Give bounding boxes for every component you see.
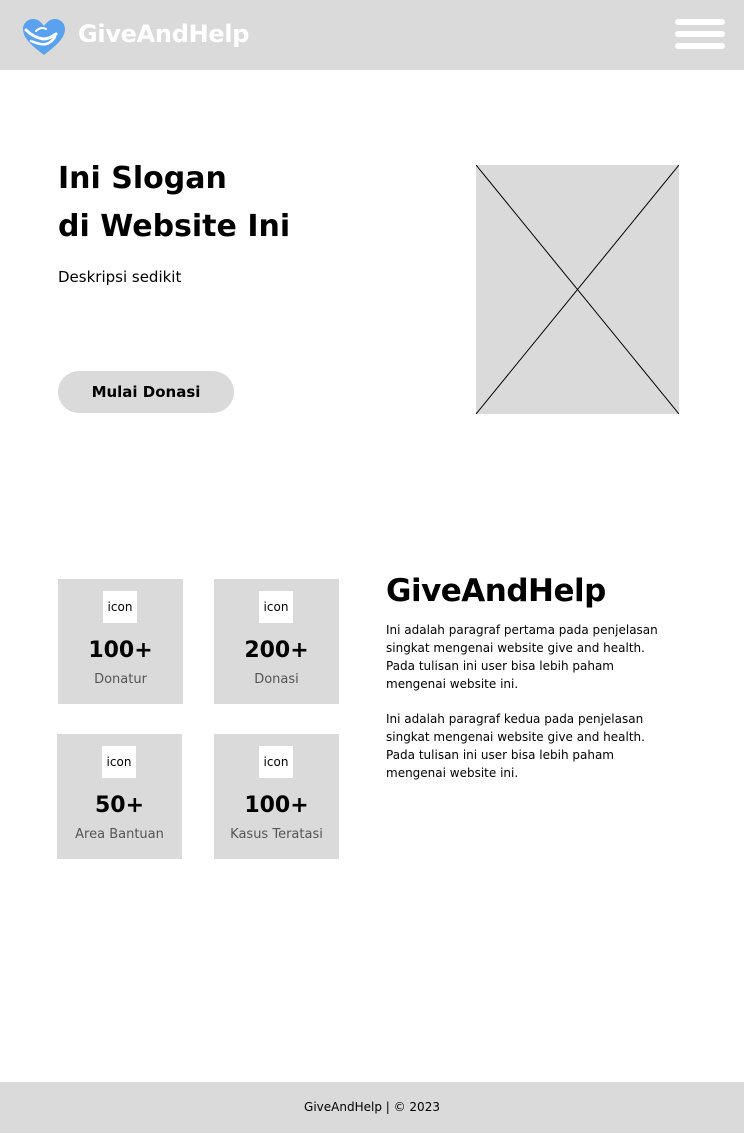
stat-label: Area Bantuan <box>75 827 164 842</box>
stat-label: Donasi <box>254 672 299 687</box>
stat-icon: icon <box>259 746 293 778</box>
hero-title: Ini Slogan di Website Ini <box>58 155 418 251</box>
stat-icon: icon <box>102 746 136 778</box>
menu-bar <box>675 31 725 37</box>
hamburger-menu-icon[interactable] <box>675 19 725 50</box>
menu-bar <box>675 19 725 25</box>
start-donation-button[interactable]: Mulai Donasi <box>58 371 234 413</box>
about-paragraph-2: Ini adalah paragraf kedua pada penjelasa… <box>386 712 645 780</box>
hero-title-line: Ini Slogan <box>58 161 227 196</box>
menu-bar <box>675 43 725 49</box>
stat-card-kasus-teratasi: icon 100+ Kasus Teratasi <box>214 734 339 859</box>
brand-name[interactable]: GiveAndHelp <box>78 20 249 48</box>
stat-value: 50+ <box>94 793 145 818</box>
about-paragraph-1: Ini adalah paragraf pertama pada penjela… <box>386 623 658 691</box>
heart-hand-icon[interactable] <box>22 18 66 58</box>
footer: GiveAndHelp | © 2023 <box>0 1082 744 1133</box>
navbar: GiveAndHelp <box>0 0 744 70</box>
stat-card-donatur: icon 100+ Donatur <box>58 579 183 704</box>
stat-card-donasi: icon 200+ Donasi <box>214 579 339 704</box>
footer-copyright: GiveAndHelp | © 2023 <box>304 1100 440 1114</box>
stat-label: Kasus Teratasi <box>230 827 323 842</box>
stat-value: 100+ <box>244 793 309 818</box>
stat-label: Donatur <box>94 672 147 687</box>
stat-value: 100+ <box>88 638 153 663</box>
image-placeholder-icon <box>476 165 679 414</box>
stat-icon: icon <box>103 591 137 623</box>
hero-title-line: di Website Ini <box>58 209 291 244</box>
stat-card-area-bantuan: icon 50+ Area Bantuan <box>57 734 182 859</box>
stat-icon: icon <box>259 591 293 623</box>
stat-value: 200+ <box>244 638 309 663</box>
hero-description: Deskripsi sedikit <box>58 268 182 286</box>
about-title: GiveAndHelp <box>386 573 606 609</box>
